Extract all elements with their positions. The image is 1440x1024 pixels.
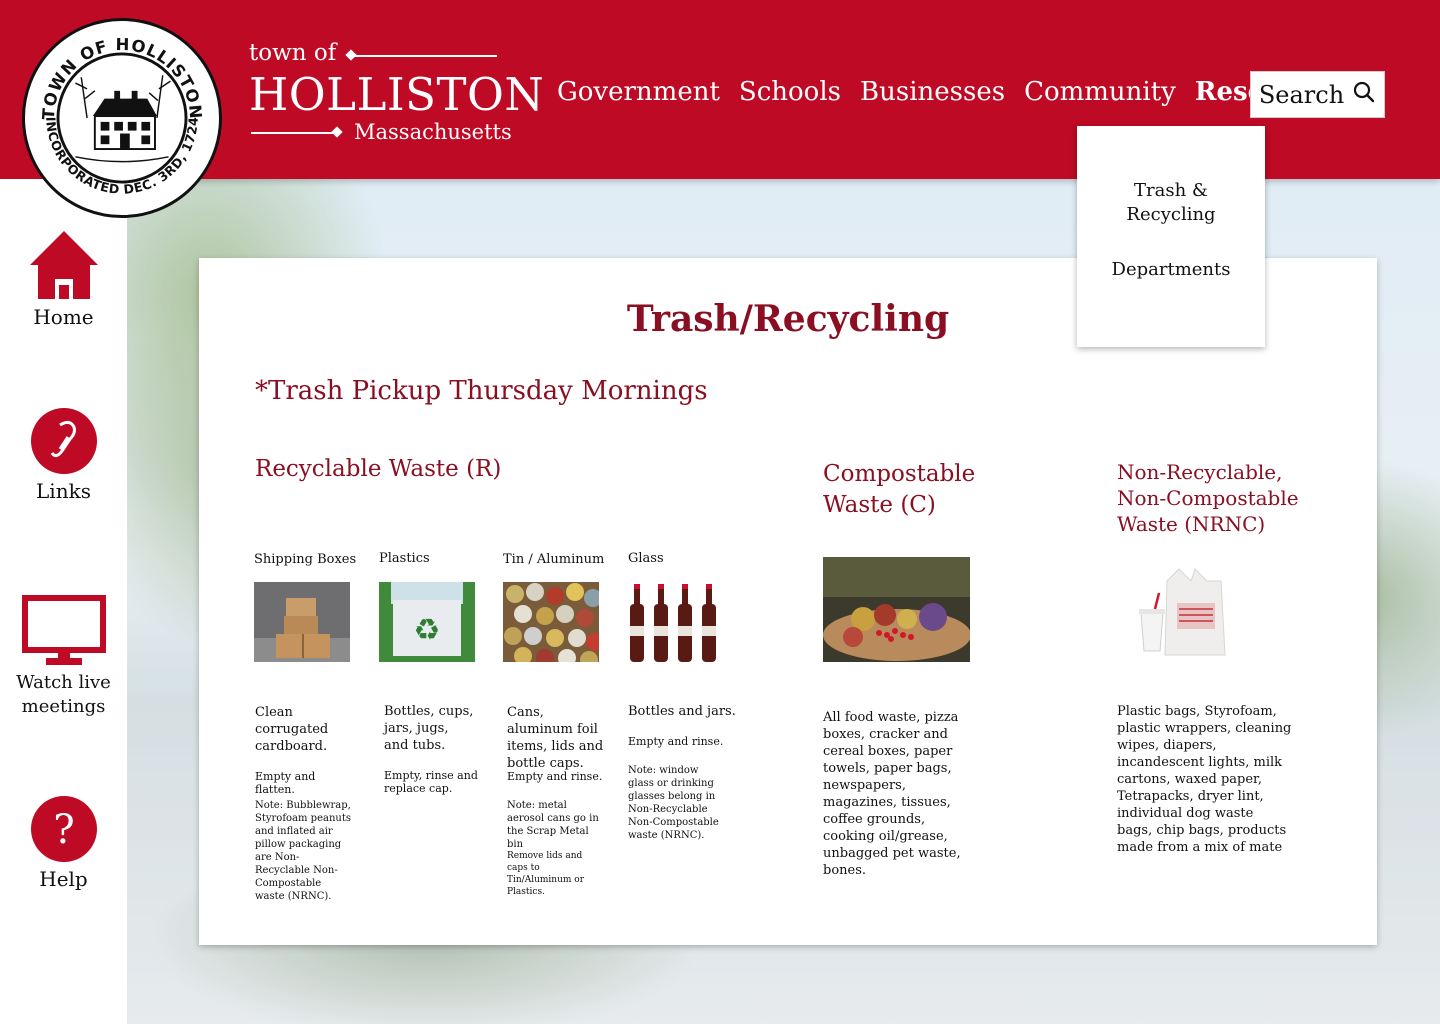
wordmark-state: Massachusetts	[354, 120, 512, 144]
dropdown-item-departments[interactable]: Departments	[1077, 258, 1265, 282]
wordmark-divider	[351, 55, 497, 57]
nrnc-trash-items-image	[1129, 563, 1239, 663]
monitor-icon	[21, 595, 106, 671]
content-card: Trash/Recycling *Trash Pickup Thursday M…	[199, 258, 1377, 945]
tin-aluminum-note: Note: metal aerosol cans go in the Scrap…	[507, 800, 599, 850]
compostable-description: All food waste, pizza boxes, cracker and…	[823, 710, 961, 878]
glass-note: Note: window glass or drinking glasses b…	[628, 765, 719, 841]
recyclable-heading: Recyclable Waste (R)	[255, 456, 502, 482]
sidebar-label-home: Home	[33, 305, 94, 329]
town-seal-logo[interactable]: TOWN OF HOLLISTON INCORPORATED DEC. 3RD,…	[22, 18, 222, 218]
home-icon	[28, 231, 100, 305]
nrnc-heading: Non-Recyclable, Non-Compostable Waste (N…	[1117, 460, 1299, 536]
sidebar-label-links: Links	[36, 479, 91, 503]
wordmark-town-of: town of	[249, 40, 337, 66]
main-nav: Government Schools Businesses Community …	[557, 77, 1345, 107]
category-label-tin-aluminum: Tin / Aluminum	[503, 552, 605, 567]
nrnc-description: Plastic bags, Styrofoam, plastic wrapper…	[1117, 704, 1292, 855]
nav-community[interactable]: Community	[1024, 77, 1176, 107]
nav-schools[interactable]: Schools	[739, 77, 841, 107]
sidebar-item-help[interactable]: ? Help	[0, 795, 127, 891]
resources-dropdown: Trash & Recycling Departments	[1077, 126, 1265, 347]
svg-text:♻: ♻	[414, 613, 441, 648]
shipping-boxes-instruction: Empty and flatten.	[255, 770, 316, 796]
plastics-recycling-bin-image: ♻	[379, 582, 475, 662]
nav-businesses[interactable]: Businesses	[860, 77, 1005, 107]
glass-bottles-image	[628, 582, 724, 662]
category-label-plastics: Plastics	[379, 551, 430, 566]
dropdown-item-trash-recycling[interactable]: Trash & Recycling	[1077, 179, 1265, 227]
category-label-shipping-boxes: Shipping Boxes	[254, 552, 357, 567]
compostable-food-image	[823, 557, 970, 662]
shipping-boxes-description: Clean corrugated cardboard.	[255, 705, 329, 754]
plastics-description: Bottles, cups, jars, jugs, and tubs.	[384, 704, 474, 753]
nav-government[interactable]: Government	[557, 77, 720, 107]
sidebar-label-watch-live-meetings: Watch live meetings	[16, 672, 111, 717]
plastics-instruction: Empty, rinse and replace cap.	[384, 769, 478, 795]
glass-description: Bottles and jars.	[628, 704, 736, 719]
category-label-glass: Glass	[628, 551, 664, 566]
compostable-heading: Compostable Waste (C)	[823, 461, 976, 518]
link-icon	[30, 408, 98, 479]
search-icon	[1352, 80, 1376, 110]
bottle-caps-image	[503, 582, 599, 662]
tin-aluminum-note-lids: Remove lids and caps to Tin/Aluminum or …	[507, 851, 585, 897]
tin-aluminum-description: Cans, aluminum foil items, lids and bott…	[507, 705, 604, 771]
quick-links-sidebar: Home Links Watch live meetings ? Help	[0, 179, 127, 1024]
help-icon: ?	[30, 796, 98, 867]
sidebar-item-links[interactable]: Links	[0, 407, 127, 503]
tin-aluminum-instruction: Empty and rinse.	[507, 770, 603, 783]
pickup-notice: *Trash Pickup Thursday Mornings	[255, 376, 708, 406]
shipping-boxes-note: Note: Bubblewrap, Styrofoam peanuts and …	[255, 800, 351, 902]
wordmark-divider	[251, 132, 337, 134]
sidebar-item-watch-live-meetings[interactable]: Watch live meetings	[0, 595, 127, 719]
glass-instruction: Empty and rinse.	[628, 735, 724, 748]
wordmark-name: HOLLISTON	[249, 68, 545, 121]
svg-text:?: ?	[53, 807, 74, 853]
shipping-boxes-image	[254, 582, 350, 662]
sidebar-label-help: Help	[39, 867, 88, 891]
search-label: Search	[1258, 80, 1345, 109]
search-button[interactable]: Search	[1250, 71, 1385, 118]
sidebar-item-home[interactable]: Home	[0, 229, 127, 329]
